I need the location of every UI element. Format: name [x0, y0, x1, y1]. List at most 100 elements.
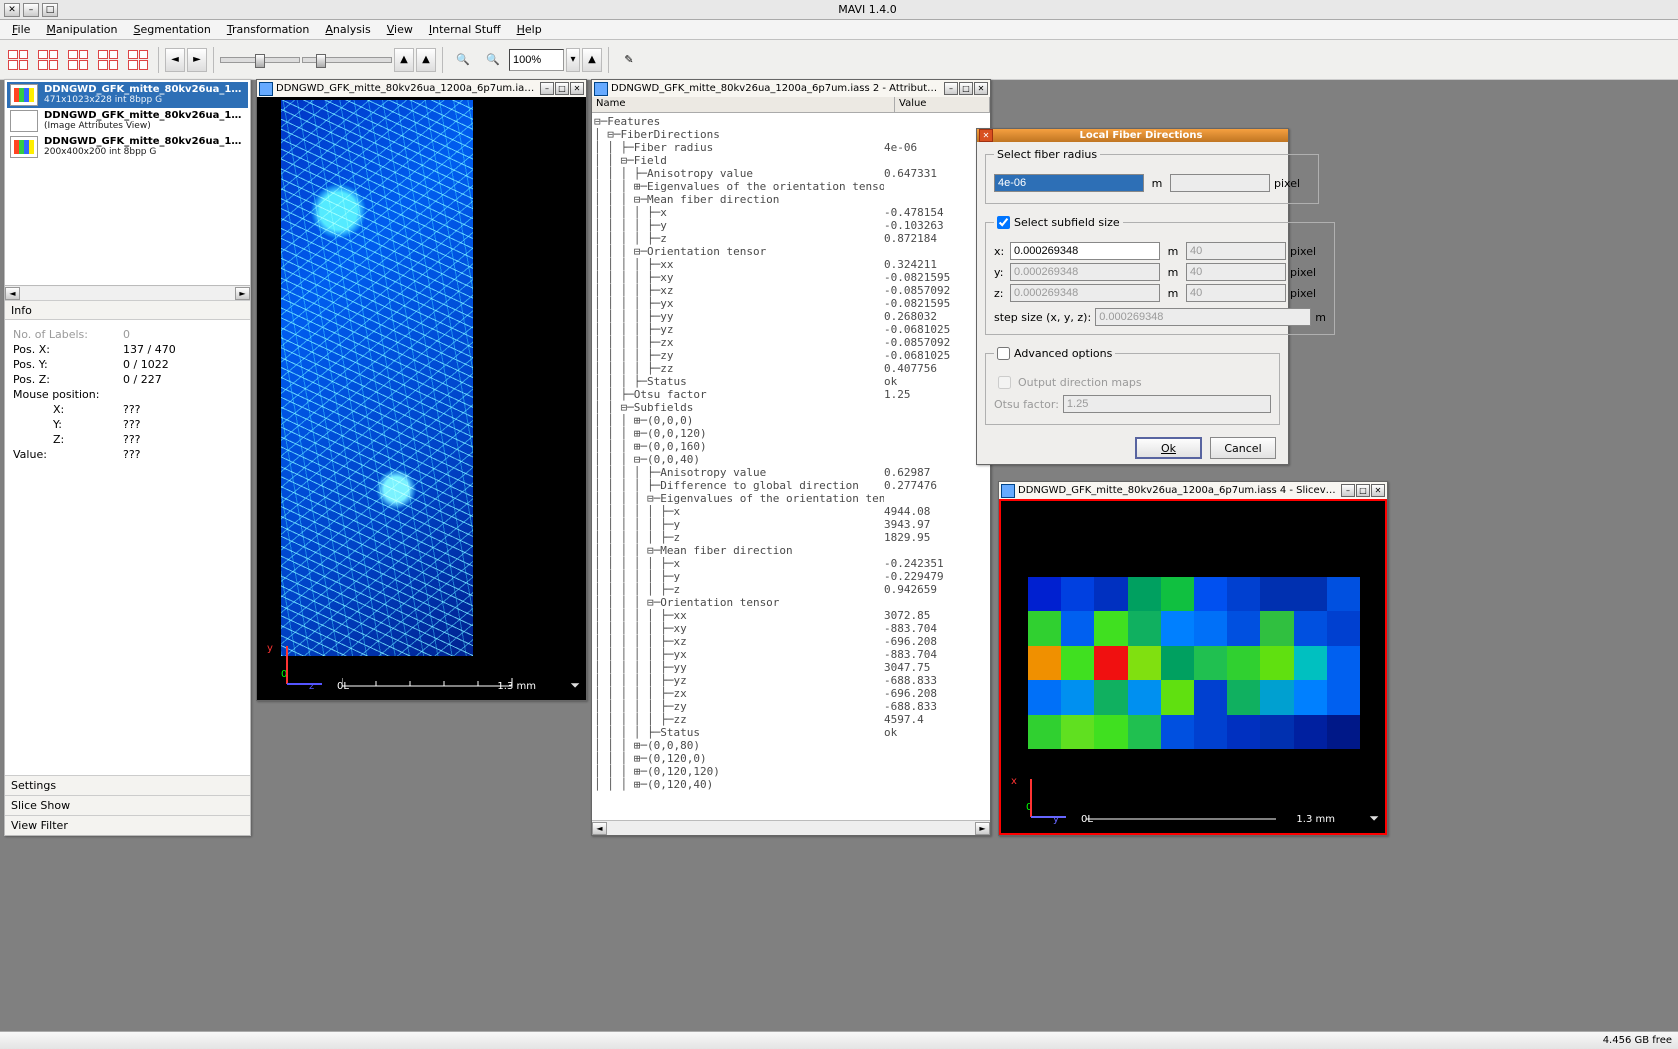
col-value[interactable]: Value — [895, 97, 990, 112]
panel-tab-view-filter[interactable]: View Filter — [5, 815, 250, 835]
z-px-input[interactable] — [1186, 284, 1286, 302]
funnel-icon[interactable]: ⏷ — [570, 678, 580, 693]
file-item[interactable]: DDNGWD_GFK_mitte_80kv26ua_1200471x1023x2… — [7, 82, 248, 108]
minimize-icon[interactable]: – — [23, 3, 39, 17]
tree-row[interactable]: │ │ │ ⊞─(0,0,160) — [594, 440, 986, 453]
x-m-input[interactable] — [1010, 242, 1160, 260]
zoom-in-icon[interactable]: 🔍 — [479, 46, 507, 74]
menu-internal-stuff[interactable]: Internal Stuff — [421, 21, 509, 38]
sliceview-viewport[interactable]: x 0 y 0L 1.3 mm ⏷ — [999, 499, 1387, 835]
subfield-checkbox[interactable] — [997, 216, 1010, 229]
close-icon[interactable]: ✕ — [1371, 484, 1385, 497]
maximize-icon[interactable]: □ — [1356, 484, 1370, 497]
tree-row[interactable]: │ │ │ │ ├─x-0.478154 — [594, 206, 986, 219]
tree-row[interactable]: │ │ │ │ ⊟─Eigenvalues of the orientation… — [594, 492, 986, 505]
tree-row[interactable]: │ │ │ │ ├─y-0.103263 — [594, 219, 986, 232]
layout-5-icon[interactable] — [124, 46, 152, 74]
tree-row[interactable]: │ │ │ │ ├─zy-0.0681025 — [594, 349, 986, 362]
menu-segmentation[interactable]: Segmentation — [126, 21, 219, 38]
scroll-track[interactable] — [607, 822, 975, 835]
apply-slider-button[interactable]: ▲ — [416, 48, 436, 72]
tree-row[interactable]: │ │ │ ⊞─(0,120,120) — [594, 765, 986, 778]
menu-transformation[interactable]: Transformation — [219, 21, 318, 38]
panel-tab-settings[interactable]: Settings — [5, 775, 250, 795]
layout-2-icon[interactable] — [34, 46, 62, 74]
tree-row[interactable]: │ │ │ │ │ ├─zy-688.833 — [594, 700, 986, 713]
tree-row[interactable]: │ │ │ │ ├─zx-0.0857092 — [594, 336, 986, 349]
tree-row[interactable]: │ │ │ │ ⊟─Mean fiber direction — [594, 544, 986, 557]
y-px-input[interactable] — [1186, 263, 1286, 281]
stepsize-input[interactable] — [1095, 308, 1311, 326]
ok-button[interactable]: Ok — [1135, 437, 1202, 459]
tree-row[interactable]: │ │ │ ├─Anisotropy value0.647331 — [594, 167, 986, 180]
tree-row[interactable]: ⊟─Features — [594, 115, 986, 128]
tree-row[interactable]: │ │ │ │ ├─Statusok — [594, 726, 986, 739]
tree-row[interactable]: │ │ │ │ │ ├─yx-883.704 — [594, 648, 986, 661]
tree-row[interactable]: │ │ │ │ ├─Difference to global direction… — [594, 479, 986, 492]
attr-scrollbar[interactable]: ◄ ► — [592, 820, 990, 835]
menu-manipulation[interactable]: Manipulation — [38, 21, 125, 38]
close-icon[interactable]: ✕ — [974, 82, 988, 95]
fiberwin-titlebar[interactable]: DDNGWD_GFK_mitte_80kv26ua_1200a_6p7um.ia… — [257, 80, 586, 97]
zoom-input[interactable] — [509, 49, 564, 71]
maximize-icon[interactable]: □ — [959, 82, 973, 95]
attr-tree-wrap[interactable]: ⊟─Features│ ⊟─FiberDirections│ │ ├─Fiber… — [592, 113, 990, 820]
layout-4-icon[interactable] — [94, 46, 122, 74]
layout-1-icon[interactable] — [4, 46, 32, 74]
tree-row[interactable]: │ ⊟─FiberDirections — [594, 128, 986, 141]
cancel-button[interactable]: Cancel — [1210, 437, 1276, 459]
tree-row[interactable]: │ │ │ ├─Statusok — [594, 375, 986, 388]
scroll-right-icon[interactable]: ► — [975, 822, 990, 835]
advanced-checkbox[interactable] — [997, 347, 1010, 360]
tree-row[interactable]: │ │ │ │ ⊟─Orientation tensor — [594, 596, 986, 609]
slicewin-titlebar[interactable]: DDNGWD_GFK_mitte_80kv26ua_1200a_6p7um.ia… — [999, 482, 1387, 499]
tree-row[interactable]: │ │ │ │ ├─yy0.268032 — [594, 310, 986, 323]
reset-slider-button[interactable]: ▲ — [394, 48, 414, 72]
filelist-scrollbar[interactable]: ◄ ► — [5, 285, 250, 300]
z-m-input[interactable] — [1010, 284, 1160, 302]
scroll-track[interactable] — [20, 287, 235, 300]
tree-row[interactable]: │ │ │ ⊞─(0,120,40) — [594, 778, 986, 791]
zoom-dropdown-button[interactable]: ▾ — [566, 48, 580, 72]
scroll-left-icon[interactable]: ◄ — [5, 287, 20, 300]
tree-row[interactable]: │ │ │ │ │ ├─yy3047.75 — [594, 661, 986, 674]
tree-row[interactable]: │ │ │ │ ├─Anisotropy value0.62987 — [594, 466, 986, 479]
tree-row[interactable]: │ │ │ │ │ ├─xx3072.85 — [594, 609, 986, 622]
minimize-icon[interactable]: – — [1341, 484, 1355, 497]
maximize-icon[interactable]: □ — [555, 82, 569, 95]
scroll-right-icon[interactable]: ► — [235, 287, 250, 300]
tree-row[interactable]: │ │ │ │ │ ├─xy-883.704 — [594, 622, 986, 635]
tree-row[interactable]: │ │ │ ⊟─(0,0,40) — [594, 453, 986, 466]
close-icon[interactable]: ✕ — [979, 129, 993, 142]
attrwin-titlebar[interactable]: DDNGWD_GFK_mitte_80kv26ua_1200a_6p7um.ia… — [592, 80, 990, 97]
tree-row[interactable]: │ │ │ │ ├─xy-0.0821595 — [594, 271, 986, 284]
funnel-icon[interactable]: ⏷ — [1369, 811, 1379, 826]
tree-row[interactable]: │ │ │ ⊞─Eigenvalues of the orientation t… — [594, 180, 986, 193]
contrast-slider[interactable] — [302, 57, 392, 63]
tree-row[interactable]: │ │ │ │ │ ├─z0.942659 — [594, 583, 986, 596]
y-m-input[interactable] — [1010, 263, 1160, 281]
menu-view[interactable]: View — [379, 21, 421, 38]
tree-row[interactable]: │ │ │ ⊞─(0,120,0) — [594, 752, 986, 765]
tree-row[interactable]: │ │ │ ⊞─(0,0,0) — [594, 414, 986, 427]
tree-row[interactable]: │ │ │ ⊞─(0,0,120) — [594, 427, 986, 440]
close-icon[interactable]: ✕ — [4, 3, 20, 17]
layout-3-icon[interactable] — [64, 46, 92, 74]
tree-row[interactable]: │ │ │ ⊟─Orientation tensor — [594, 245, 986, 258]
fiber-radius-px-input[interactable] — [1170, 174, 1270, 192]
brightness-slider[interactable] — [220, 57, 300, 63]
tree-row[interactable]: │ │ │ │ │ ├─z1829.95 — [594, 531, 986, 544]
fiber-image-viewport[interactable]: y 0 z 0L 1.3 mm ⏷ — [257, 97, 586, 700]
tree-row[interactable]: │ │ ⊟─Field — [594, 154, 986, 167]
tree-row[interactable]: │ │ │ │ │ ├─x-0.242351 — [594, 557, 986, 570]
tree-row[interactable]: │ │ │ │ │ ├─y3943.97 — [594, 518, 986, 531]
minimize-icon[interactable]: – — [944, 82, 958, 95]
tree-row[interactable]: │ │ │ │ │ ├─yz-688.833 — [594, 674, 986, 687]
tree-row[interactable]: │ │ │ │ ├─yx-0.0821595 — [594, 297, 986, 310]
prev-view-button[interactable]: ◄ — [165, 48, 185, 72]
menu-file[interactable]: File — [4, 21, 38, 38]
tree-row[interactable]: │ │ │ │ ├─yz-0.0681025 — [594, 323, 986, 336]
dialog-titlebar[interactable]: ✕ Local Fiber Directions — [977, 129, 1288, 142]
tree-row[interactable]: │ │ │ │ │ ├─y-0.229479 — [594, 570, 986, 583]
tree-row[interactable]: │ │ ├─Fiber radius4e-06 — [594, 141, 986, 154]
